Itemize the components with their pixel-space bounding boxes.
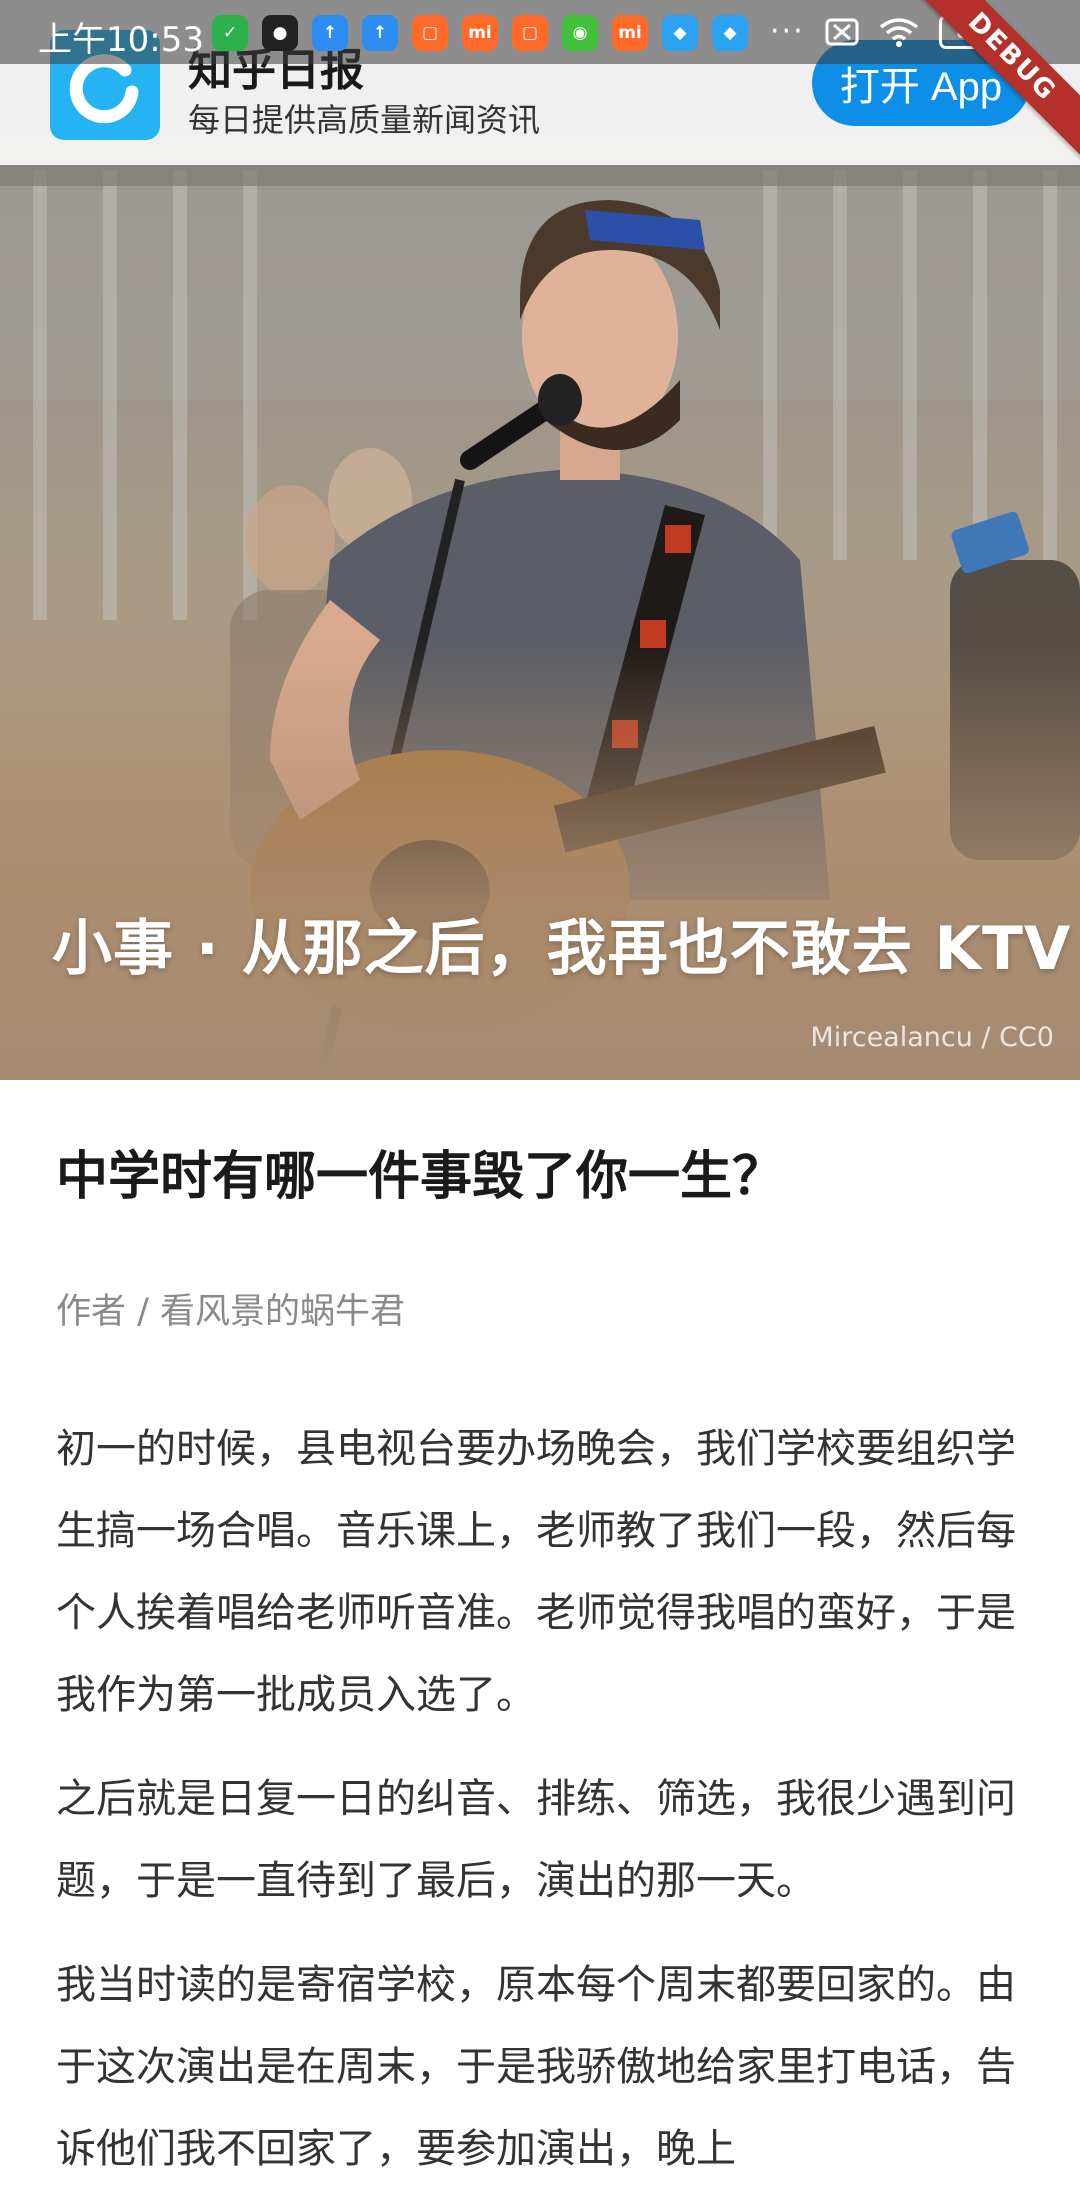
more-notifications-icon: ··· xyxy=(770,14,805,49)
shield-app-icon: ✓ xyxy=(212,15,248,51)
mi-store-icon: ▢ xyxy=(412,15,448,51)
upload-arrow-icon: ↑ xyxy=(362,15,398,51)
status-time: 上午10:53 xyxy=(38,20,204,60)
mi-store-icon: ▢ xyxy=(512,15,548,51)
wifi-icon xyxy=(879,17,918,47)
android-icon: ◉ xyxy=(562,15,598,51)
qq-penguin-icon: ● xyxy=(262,15,298,51)
notification-icons: ✓ ● ↑ ↑ ▢ mi ▢ ◉ mi ◆ ◆ xyxy=(212,15,748,51)
article-author[interactable]: 作者 / 看风景的蜗牛君 xyxy=(56,1283,405,1334)
blue-app-icon: ◆ xyxy=(662,15,698,51)
article-paragraph: 初一的时候，县电视台要办场晚会，我们学校要组织学生搞一场合唱。音乐课上，老师教了… xyxy=(56,1426,1016,1718)
hero-title[interactable]: 小事 · 从那之后，我再也不敢去 KTV xyxy=(52,900,1070,987)
article-question-title: 中学时有哪一件事毁了你一生？ xyxy=(56,1147,785,1207)
mi-icon: mi xyxy=(612,15,648,51)
article-paragraph: 我当时读的是寄宿学校，原本每个周末都要回家的。由于这次演出是在周末，于是我骄傲地… xyxy=(56,1962,1016,2172)
upload-arrow-icon: ↑ xyxy=(312,15,348,51)
app-tagline: 每日提供高质量新闻资讯 xyxy=(188,101,541,139)
blue-app-icon: ◆ xyxy=(712,15,748,51)
hero-gradient xyxy=(0,640,1080,1080)
image-credit: Mircealancu / CC0 xyxy=(810,1022,1054,1053)
article-paragraph: 之后就是日复一日的纠音、排练、筛选，我很少遇到问题，于是一直待到了最后，演出的那… xyxy=(56,1776,1016,1904)
mi-icon: mi xyxy=(462,15,498,51)
no-sim-icon xyxy=(825,18,859,45)
article-body: 初一的时候，县电视台要办场晚会，我们学校要组织学生搞一场合唱。音乐课上，老师教了… xyxy=(56,1408,1026,2212)
status-bar: 上午10:53 ✓●↑↑▢mi▢◉mi◆◆ ··· 82 DEBUG xyxy=(0,0,1080,164)
